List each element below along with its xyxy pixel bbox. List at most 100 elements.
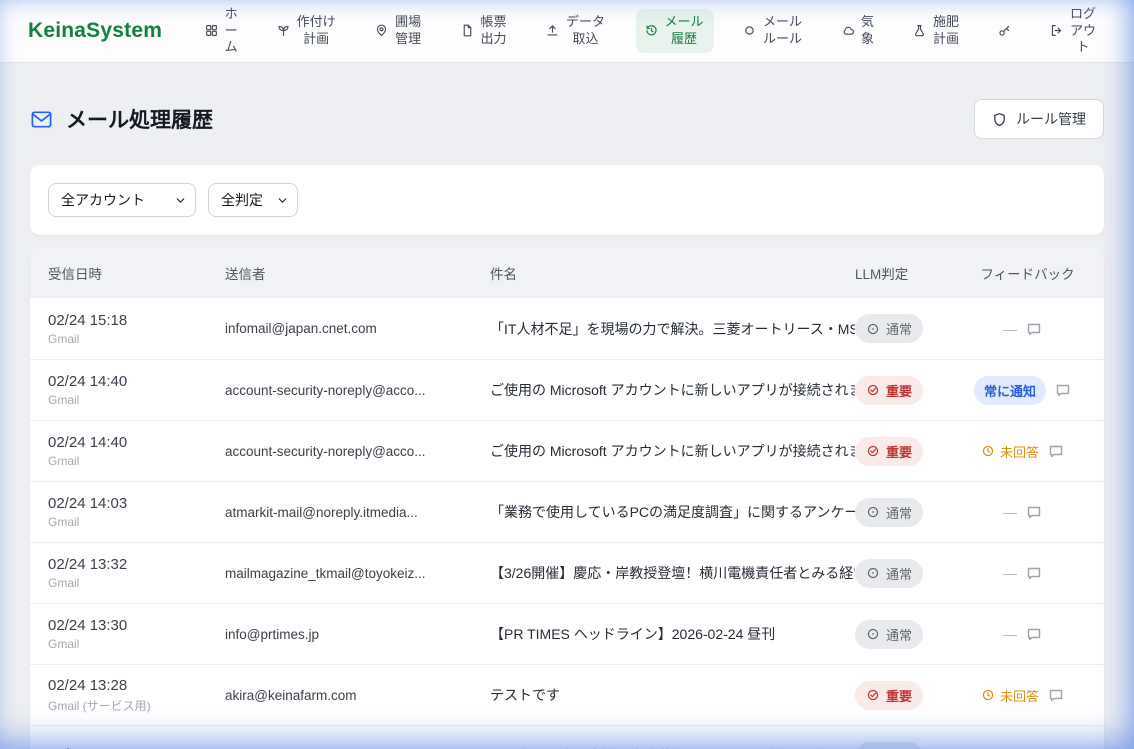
- home-icon: [205, 24, 218, 37]
- mail-subject: 「業務で使用しているPCの満足度調査」に関するアンケート ≪...: [490, 502, 855, 522]
- llm-judgment-label: 通常: [886, 503, 912, 522]
- sender-email: mailmagazine_tkmail@toyokeiz...: [225, 566, 490, 581]
- column-header-sender: 送信者: [225, 263, 490, 283]
- received-datetime: 02/24 14:03: [48, 495, 211, 512]
- table-row[interactable]: 02/24 14:03 Gmail atmarkit-mail@noreply.…: [30, 481, 1104, 542]
- received-datetime: 02/24 14:40: [48, 434, 211, 451]
- column-header-subject: 件名: [490, 263, 855, 283]
- cloud-icon: [842, 24, 855, 37]
- comment-icon[interactable]: [1026, 504, 1042, 520]
- clock-icon: [981, 444, 995, 458]
- nav-item-weather[interactable]: 気象: [833, 9, 884, 53]
- feedback-badge: —: [1003, 565, 1017, 581]
- key-icon: [998, 24, 1011, 37]
- mail-subject: ご使用の Microsoft アカウントに新しいアプリが接続されました: [490, 441, 855, 461]
- nav-item-fertilizer-plan[interactable]: 施肥計画: [904, 9, 969, 53]
- circle-icon: [743, 24, 756, 37]
- comment-icon[interactable]: [1048, 443, 1064, 459]
- main-content: メール処理履歴 ルール管理 全アカウント 全判定 受信日時 送信者 件名 LLM…: [0, 99, 1134, 749]
- mail-history-table: 受信日時 送信者 件名 LLM判定 フィードバック 02/24 15:18 Gm…: [30, 248, 1104, 749]
- comment-icon[interactable]: [1026, 626, 1042, 642]
- top-navbar: KeinaSystem ホーム 作付け計画 圃場管理 帳票出力 データ取込 メール履歴 メー…: [0, 0, 1134, 63]
- table-row[interactable]: 02/24 13:30 Gmail info@prtimes.jp 【PR TI…: [30, 603, 1104, 664]
- account-filter-select[interactable]: 全アカウント: [48, 183, 196, 217]
- table-header-row: 受信日時 送信者 件名 LLM判定 フィードバック: [30, 248, 1104, 298]
- llm-judgment-badge: 通常: [855, 314, 923, 343]
- sender-email: atmarkit-mail@noreply.itmedia...: [225, 505, 490, 520]
- history-icon: [645, 24, 658, 37]
- judgment-filter-select[interactable]: 全判定: [208, 183, 298, 217]
- flask-icon: [913, 24, 926, 37]
- table-row[interactable]: 02/24 14:40 Gmail account-security-norep…: [30, 420, 1104, 481]
- mail-subject: テストです: [490, 685, 855, 705]
- nav-item-report-output[interactable]: 帳票出力: [452, 9, 517, 53]
- nav-item-mail-rules[interactable]: メールルール: [734, 9, 812, 53]
- table-row[interactable]: 02/24 14:40 Gmail account-security-norep…: [30, 359, 1104, 420]
- nav-item-label: 施肥計画: [932, 14, 960, 48]
- llm-judgment-label: 重要: [886, 442, 912, 461]
- feedback-badge: 常に通知: [974, 376, 1046, 405]
- llm-judgment-badge: 通常: [855, 742, 923, 749]
- received-datetime: 02/24 13:32: [48, 556, 211, 573]
- nav-item-mail-history[interactable]: メール履歴: [636, 9, 714, 53]
- account-label: Gmail: [48, 454, 211, 468]
- mail-icon: [30, 108, 53, 131]
- nav-item-label: 帳票出力: [480, 14, 508, 48]
- feedback-badge: 未回答: [981, 442, 1039, 461]
- llm-judgment-label: 通常: [886, 319, 912, 338]
- received-datetime: 02/24 14:40: [48, 373, 211, 390]
- sprout-icon: [277, 24, 290, 37]
- nav-item-logout[interactable]: ログアウト: [1041, 1, 1106, 62]
- table-row[interactable]: 02/24 12:10 digital@kochinews.jp 四万十福祉専門…: [30, 725, 1104, 749]
- received-datetime: 02/24 13:30: [48, 617, 211, 634]
- feedback-badge: —: [1003, 504, 1017, 520]
- comment-icon[interactable]: [1055, 382, 1071, 398]
- clock-icon: [981, 688, 995, 702]
- nav-item-planting-plan[interactable]: 作付け計画: [268, 9, 346, 53]
- upload-icon: [546, 24, 559, 37]
- comment-icon[interactable]: [1026, 565, 1042, 581]
- llm-judgment-badge: 重要: [855, 437, 923, 466]
- llm-judgment-badge: 通常: [855, 620, 923, 649]
- account-label: Gmail (サービス用): [48, 697, 211, 714]
- pin-icon: [375, 24, 388, 37]
- rule-manage-button-label: ルール管理: [1016, 109, 1086, 129]
- nav-item-label: メールルール: [762, 14, 803, 48]
- sender-email: akira@keinafarm.com: [225, 688, 490, 703]
- column-header-feedback: フィードバック: [965, 263, 1104, 283]
- nav-item-label: メール履歴: [664, 14, 705, 48]
- nav-item-field-management[interactable]: 圃場管理: [366, 9, 431, 53]
- shield-icon: [992, 112, 1007, 127]
- table-body: 02/24 15:18 Gmail infomail@japan.cnet.co…: [30, 298, 1104, 749]
- table-row[interactable]: 02/24 13:28 Gmail (サービス用) akira@keinafar…: [30, 664, 1104, 725]
- mail-subject: 「IT人材不足」を現場の力で解決。三菱オートリース・MS＆AD...: [490, 319, 855, 339]
- mail-subject: 【3/26開催】慶応・岸教授登壇！横川電機責任者とみる経営...: [490, 563, 855, 583]
- mail-subject: ご使用の Microsoft アカウントに新しいアプリが接続されました: [490, 380, 855, 400]
- feedback-badge: 未回答: [981, 686, 1039, 705]
- page-title: メール処理履歴: [30, 104, 213, 134]
- nav-item-home[interactable]: ホーム: [196, 1, 247, 62]
- nav-item-key[interactable]: [989, 19, 1020, 42]
- comment-icon[interactable]: [1026, 321, 1042, 337]
- sender-email: account-security-noreply@acco...: [225, 444, 490, 459]
- comment-icon[interactable]: [1048, 687, 1064, 703]
- llm-judgment-label: 通常: [886, 564, 912, 583]
- file-icon: [461, 24, 474, 37]
- nav-item-label: データ取込: [565, 14, 606, 48]
- page-title-text: メール処理履歴: [66, 104, 213, 134]
- account-label: Gmail: [48, 515, 211, 529]
- sender-email: info@prtimes.jp: [225, 627, 490, 642]
- received-datetime: 02/24 15:18: [48, 312, 211, 329]
- table-row[interactable]: 02/24 15:18 Gmail infomail@japan.cnet.co…: [30, 298, 1104, 359]
- table-row[interactable]: 02/24 13:32 Gmail mailmagazine_tkmail@to…: [30, 542, 1104, 603]
- nav-item-label: 作付け計画: [296, 14, 337, 48]
- llm-judgment-label: 通常: [886, 625, 912, 644]
- brand-logo[interactable]: KeinaSystem: [28, 19, 162, 43]
- nav-item-label: 圃場管理: [394, 14, 422, 48]
- column-header-received: 受信日時: [48, 263, 225, 283]
- sender-email: infomail@japan.cnet.com: [225, 321, 490, 336]
- feedback-label: 未回答: [1000, 442, 1039, 461]
- account-label: Gmail: [48, 576, 211, 590]
- nav-item-data-import[interactable]: データ取込: [537, 9, 615, 53]
- rule-manage-button[interactable]: ルール管理: [974, 99, 1104, 139]
